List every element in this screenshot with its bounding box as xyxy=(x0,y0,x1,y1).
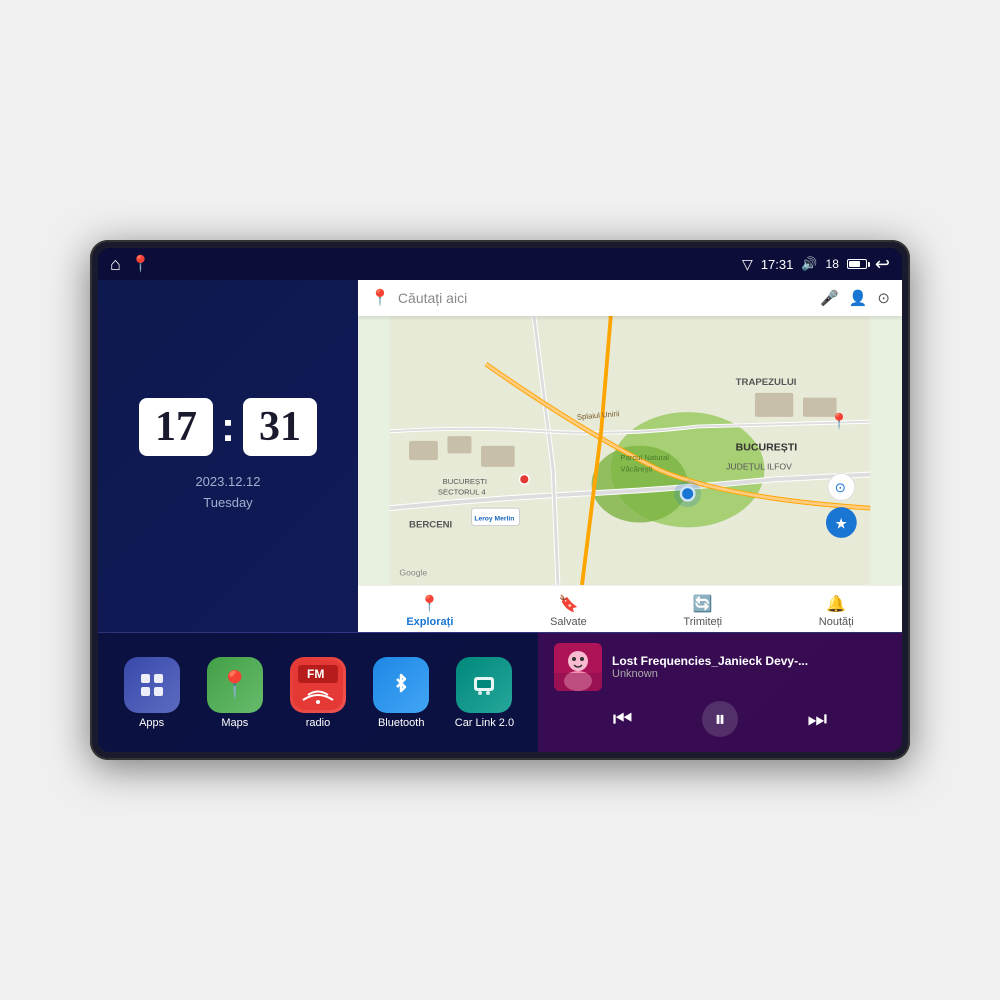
maps-icon: 📍 xyxy=(207,657,263,713)
main-content: 17 : 31 2023.12.12 Tuesday xyxy=(98,280,902,752)
device-screen: ⌂ 📍 ▽ 17:31 🔊 18 ↩ xyxy=(98,248,902,752)
device-frame: ⌂ 📍 ▽ 17:31 🔊 18 ↩ xyxy=(90,240,910,760)
map-footer-saved[interactable]: 🔖 Salvate xyxy=(550,594,587,628)
status-bar-right: ▽ 17:31 🔊 18 ↩ xyxy=(742,254,890,275)
svg-text:BERCENI: BERCENI xyxy=(409,519,453,530)
radio-label: radio xyxy=(306,717,330,729)
svg-text:BUCUREȘTI: BUCUREȘTI xyxy=(736,442,798,454)
svg-text:TRAPEZULUI: TRAPEZULUI xyxy=(736,377,797,388)
bluetooth-icon-circle xyxy=(373,657,429,713)
home-icon[interactable]: ⌂ xyxy=(110,254,121,275)
news-label: Noutăți xyxy=(819,616,854,628)
carlink-label: Car Link 2.0 xyxy=(455,717,514,729)
radio-icon: FM xyxy=(290,657,346,713)
apps-label: Apps xyxy=(139,717,164,729)
map-search-input[interactable]: Căutați aici xyxy=(398,290,812,306)
svg-text:★: ★ xyxy=(835,516,848,532)
clock-date-value: 2023.12.12 xyxy=(195,472,260,493)
next-button[interactable]: ⏭ xyxy=(799,701,835,737)
music-thumbnail xyxy=(554,643,602,691)
svg-text:Văcărești: Văcărești xyxy=(620,465,652,474)
map-pin-icon: 📍 xyxy=(370,288,390,308)
explore-icon: 📍 xyxy=(420,594,440,614)
app-item-radio[interactable]: FM radio xyxy=(280,657,355,729)
carlink-icon xyxy=(456,657,512,713)
map-footer: 📍 Explorați 🔖 Salvate 🔄 Trimiteți � xyxy=(358,585,902,632)
app-item-apps[interactable]: Apps xyxy=(114,657,189,729)
music-text: Lost Frequencies_Janieck Devy-... Unknow… xyxy=(612,654,886,680)
clock-display: 17 : 31 xyxy=(139,398,317,456)
maps-status-icon[interactable]: 📍 xyxy=(131,254,151,274)
app-item-maps[interactable]: 📍 Maps xyxy=(197,657,272,729)
map-footer-explore[interactable]: 📍 Explorați xyxy=(406,594,453,628)
clock-minute-block: 31 xyxy=(243,398,317,456)
status-bar-left: ⌂ 📍 xyxy=(110,254,151,275)
volume-icon: 🔊 xyxy=(801,256,817,272)
music-title: Lost Frequencies_Janieck Devy-... xyxy=(612,654,886,668)
svg-text:⊙: ⊙ xyxy=(835,480,846,495)
bottom-section: Apps 📍 Maps xyxy=(98,632,902,752)
map-footer-share[interactable]: 🔄 Trimiteți xyxy=(683,594,722,628)
status-time: 17:31 xyxy=(761,257,794,272)
share-label: Trimiteți xyxy=(683,616,722,628)
svg-text:JUDEȚUL ILFOV: JUDEȚUL ILFOV xyxy=(726,462,792,472)
svg-text:FM: FM xyxy=(307,667,324,681)
clock-hour-block: 17 xyxy=(139,398,213,456)
clock-colon: : xyxy=(221,406,235,448)
svg-text:Parcul Natural: Parcul Natural xyxy=(620,453,669,462)
layers-icon[interactable]: ⊙ xyxy=(877,289,890,307)
clock-minute: 31 xyxy=(259,404,301,450)
explore-label: Explorați xyxy=(406,616,453,628)
music-artist: Unknown xyxy=(612,668,886,680)
clock-widget: 17 : 31 2023.12.12 Tuesday xyxy=(98,280,358,632)
back-icon[interactable]: ↩ xyxy=(875,254,890,275)
svg-text:📍: 📍 xyxy=(830,412,849,430)
play-pause-button[interactable]: ⏸ xyxy=(702,701,738,737)
profile-icon[interactable]: 👤 xyxy=(849,289,868,307)
svg-text:SECTORUL 4: SECTORUL 4 xyxy=(438,488,486,497)
prev-button[interactable]: ⏮ xyxy=(605,701,641,737)
apps-section: Apps 📍 Maps xyxy=(98,633,538,752)
music-controls: ⏮ ⏸ ⏭ xyxy=(554,697,886,741)
svg-text:Google: Google xyxy=(399,567,427,577)
clock-date: 2023.12.12 Tuesday xyxy=(195,472,260,514)
top-section: 17 : 31 2023.12.12 Tuesday xyxy=(98,280,902,632)
map-search-bar[interactable]: 📍 Căutați aici 🎤 👤 ⊙ xyxy=(358,280,902,316)
saved-label: Salvate xyxy=(550,616,587,628)
bluetooth-label: Bluetooth xyxy=(378,717,424,729)
svg-text:BUCUREȘTI: BUCUREȘTI xyxy=(443,477,487,486)
saved-icon: 🔖 xyxy=(558,594,578,614)
map-body[interactable]: TRAPEZULUI BUCUREȘTI JUDEȚUL ILFOV BERCE… xyxy=(358,316,902,585)
app-item-bluetooth[interactable]: Bluetooth xyxy=(364,657,439,729)
map-widget[interactable]: 📍 Căutați aici 🎤 👤 ⊙ xyxy=(358,280,902,632)
status-bar: ⌂ 📍 ▽ 17:31 🔊 18 ↩ xyxy=(98,248,902,280)
clock-hour: 17 xyxy=(155,404,197,450)
share-icon: 🔄 xyxy=(693,594,713,614)
mic-icon[interactable]: 🎤 xyxy=(820,289,839,307)
signal-icon: ▽ xyxy=(742,256,753,273)
volume-level: 18 xyxy=(826,257,839,271)
apps-icon xyxy=(124,657,180,713)
app-item-carlink[interactable]: Car Link 2.0 xyxy=(447,657,522,729)
map-footer-news[interactable]: 🔔 Noutăți xyxy=(819,594,854,628)
maps-label: Maps xyxy=(221,717,248,729)
music-track-info: Lost Frequencies_Janieck Devy-... Unknow… xyxy=(554,643,886,691)
battery-icon xyxy=(847,259,867,269)
news-icon: 🔔 xyxy=(826,594,846,614)
map-header-icons: 🎤 👤 ⊙ xyxy=(820,289,890,307)
music-player: Lost Frequencies_Janieck Devy-... Unknow… xyxy=(538,633,902,752)
clock-day-value: Tuesday xyxy=(195,493,260,514)
svg-text:Leroy Merlin: Leroy Merlin xyxy=(474,516,514,523)
